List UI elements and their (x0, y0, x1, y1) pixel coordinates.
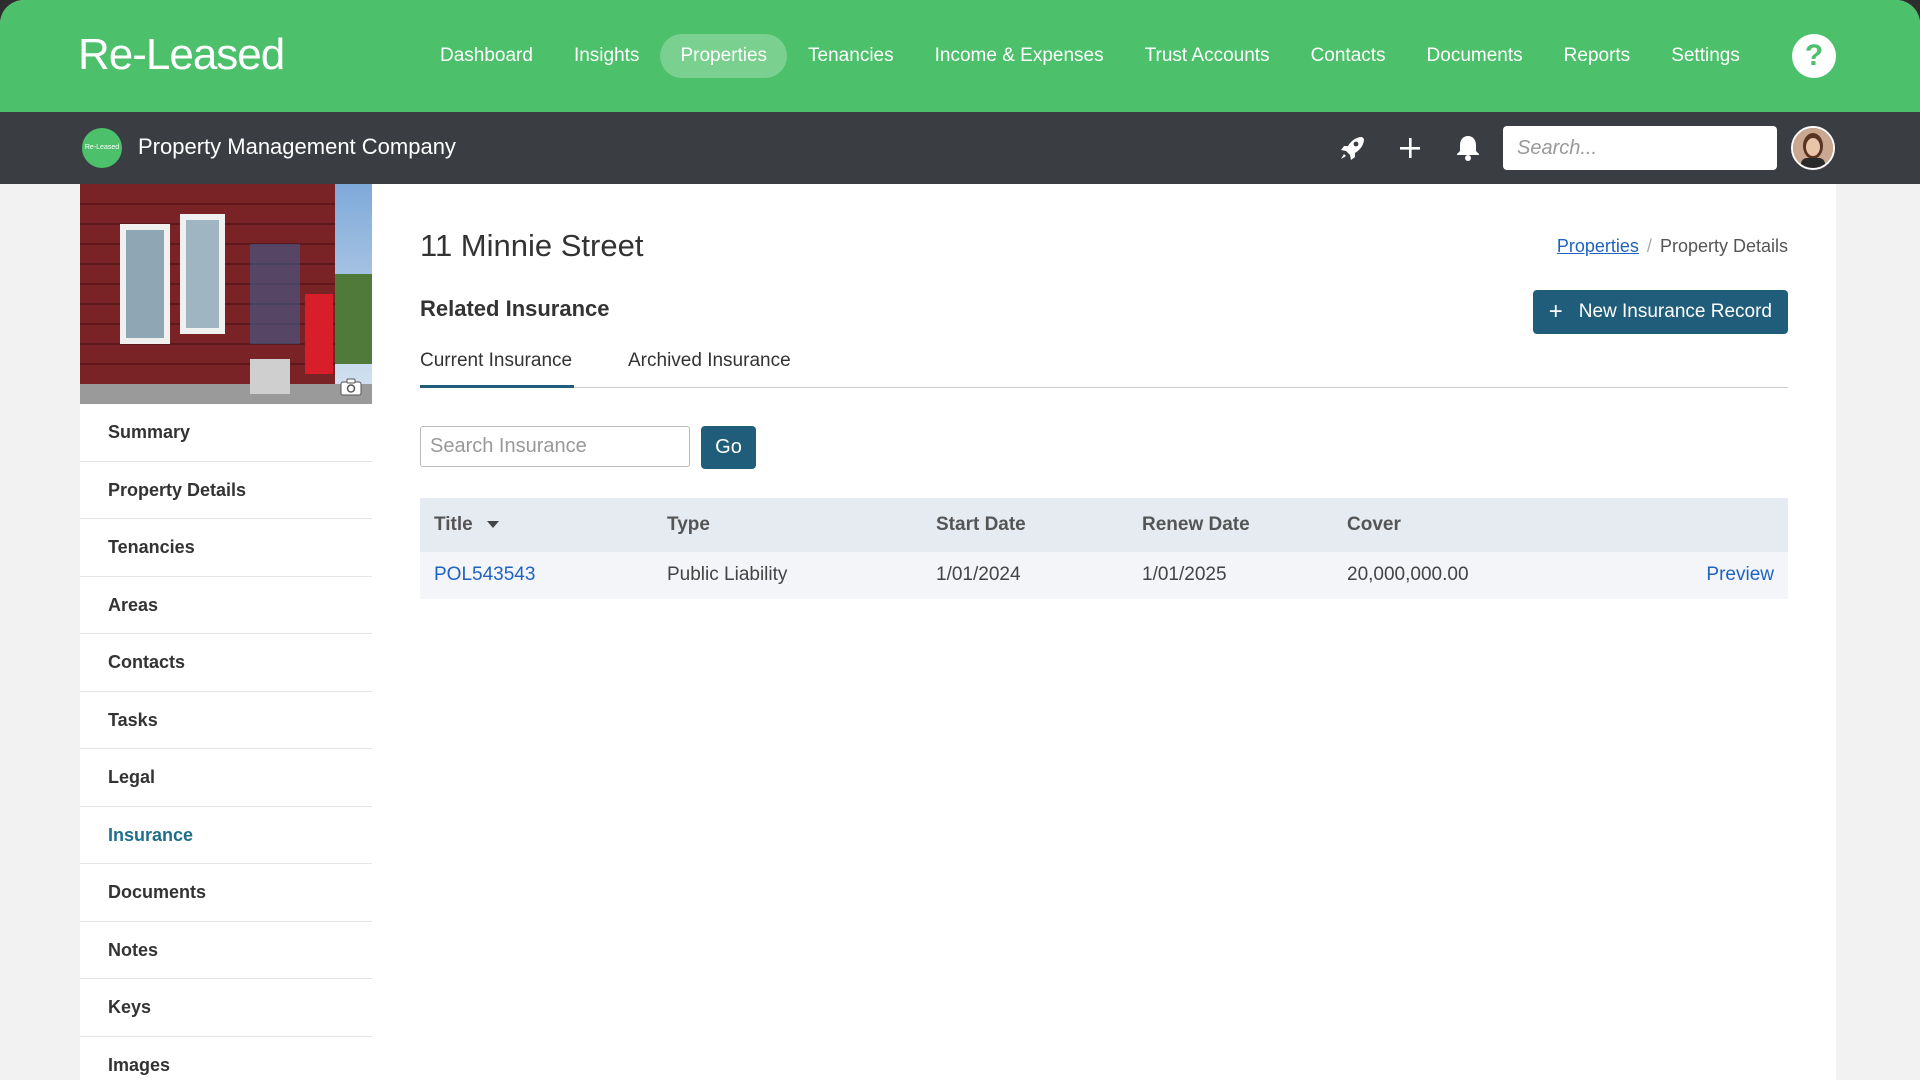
sidebar-item-contacts[interactable]: Contacts (80, 634, 372, 692)
table-row[interactable]: POL543543 Public Liability 1/01/2024 1/0… (420, 552, 1788, 599)
sidebar-item-summary[interactable]: Summary (80, 404, 372, 462)
breadcrumb: Properties / Property Details (1557, 236, 1788, 257)
sidebar-item-tasks[interactable]: Tasks (80, 691, 372, 749)
breadcrumb-properties-link[interactable]: Properties (1557, 236, 1639, 256)
sidebar-item-documents[interactable]: Documents (80, 864, 372, 922)
column-header-renew-date[interactable]: Renew Date (1142, 514, 1250, 536)
sidebar-item-notes[interactable]: Notes (80, 921, 372, 979)
column-header-start-date[interactable]: Start Date (936, 514, 1026, 536)
nav-item-documents[interactable]: Documents (1407, 34, 1543, 78)
sidebar-item-insurance[interactable]: Insurance (80, 806, 372, 864)
plus-icon: + (1548, 298, 1563, 325)
plus-icon[interactable] (1394, 132, 1426, 164)
section-title: Related Insurance (420, 296, 610, 321)
policy-type: Public Liability (667, 564, 788, 585)
global-search-input[interactable] (1503, 126, 1777, 170)
nav-item-properties[interactable]: Properties (660, 34, 788, 78)
nav-item-dashboard[interactable]: Dashboard (420, 34, 553, 78)
column-header-title[interactable]: Title (434, 514, 499, 536)
policy-title-link[interactable]: POL543543 (434, 564, 535, 586)
sidebar-item-tenancies[interactable]: Tenancies (80, 519, 372, 577)
policy-start-date: 1/01/2024 (936, 564, 1021, 585)
nav-item-reports[interactable]: Reports (1544, 34, 1651, 78)
sidebar-item-property-details[interactable]: Property Details (80, 461, 372, 519)
avatar[interactable] (1791, 126, 1835, 170)
company-logo: Re-Leased (82, 128, 122, 168)
app-logo[interactable]: Re-Leased (78, 30, 285, 80)
table-header: Title Type Start Date Renew Date Cover (420, 498, 1788, 552)
sidebar-item-images[interactable]: Images (80, 1036, 372, 1080)
nav-item-income-expenses[interactable]: Income & Expenses (915, 34, 1124, 78)
property-sidebar: Summary Property Details Tenancies Areas… (80, 184, 372, 1080)
nav-item-settings[interactable]: Settings (1651, 34, 1760, 78)
nav-item-insights[interactable]: Insights (554, 34, 659, 78)
app-window: Re-Leased Dashboard Insights Properties … (0, 0, 1920, 1080)
column-header-cover[interactable]: Cover (1347, 514, 1401, 536)
rocket-icon[interactable] (1336, 132, 1368, 164)
bell-icon[interactable] (1452, 132, 1484, 164)
go-button[interactable]: Go (701, 426, 756, 469)
column-header-type[interactable]: Type (667, 514, 710, 536)
main-nav: Dashboard Insights Properties Tenancies … (420, 34, 1761, 78)
policy-cover: 20,000,000.00 (1347, 564, 1469, 585)
tab-current-insurance[interactable]: Current Insurance (420, 350, 574, 388)
preview-link[interactable]: Preview (1706, 564, 1774, 586)
company-name[interactable]: Property Management Company (138, 134, 456, 160)
column-header-title-label: Title (434, 514, 473, 535)
sidebar-item-legal[interactable]: Legal (80, 749, 372, 807)
top-nav: Re-Leased Dashboard Insights Properties … (0, 0, 1920, 112)
sidebar-item-areas[interactable]: Areas (80, 576, 372, 634)
nav-item-tenancies[interactable]: Tenancies (788, 34, 914, 78)
help-icon[interactable]: ? (1792, 34, 1836, 78)
sort-descending-icon[interactable] (486, 521, 499, 529)
breadcrumb-separator: / (1646, 236, 1652, 256)
nav-item-contacts[interactable]: Contacts (1291, 34, 1406, 78)
insurance-table: Title Type Start Date Renew Date Cover P… (420, 498, 1788, 599)
sidebar-item-keys[interactable]: Keys (80, 979, 372, 1037)
insurance-tabs: Current Insurance Archived Insurance (420, 350, 1788, 388)
company-bar: Re-Leased Property Management Company (0, 112, 1920, 184)
tab-archived-insurance[interactable]: Archived Insurance (628, 350, 791, 388)
page-title: 11 Minnie Street (420, 228, 644, 263)
nav-item-trust-accounts[interactable]: Trust Accounts (1125, 34, 1290, 78)
new-insurance-record-label: New Insurance Record (1578, 301, 1772, 322)
property-photo[interactable] (80, 184, 372, 404)
camera-icon[interactable] (340, 378, 362, 396)
insurance-search-input[interactable] (420, 426, 690, 467)
new-insurance-record-button[interactable]: + New Insurance Record (1532, 290, 1788, 334)
policy-renew-date: 1/01/2025 (1142, 564, 1227, 585)
breadcrumb-current: Property Details (1659, 236, 1788, 256)
main-content: 11 Minnie Street Properties / Property Det… (372, 184, 1836, 1080)
